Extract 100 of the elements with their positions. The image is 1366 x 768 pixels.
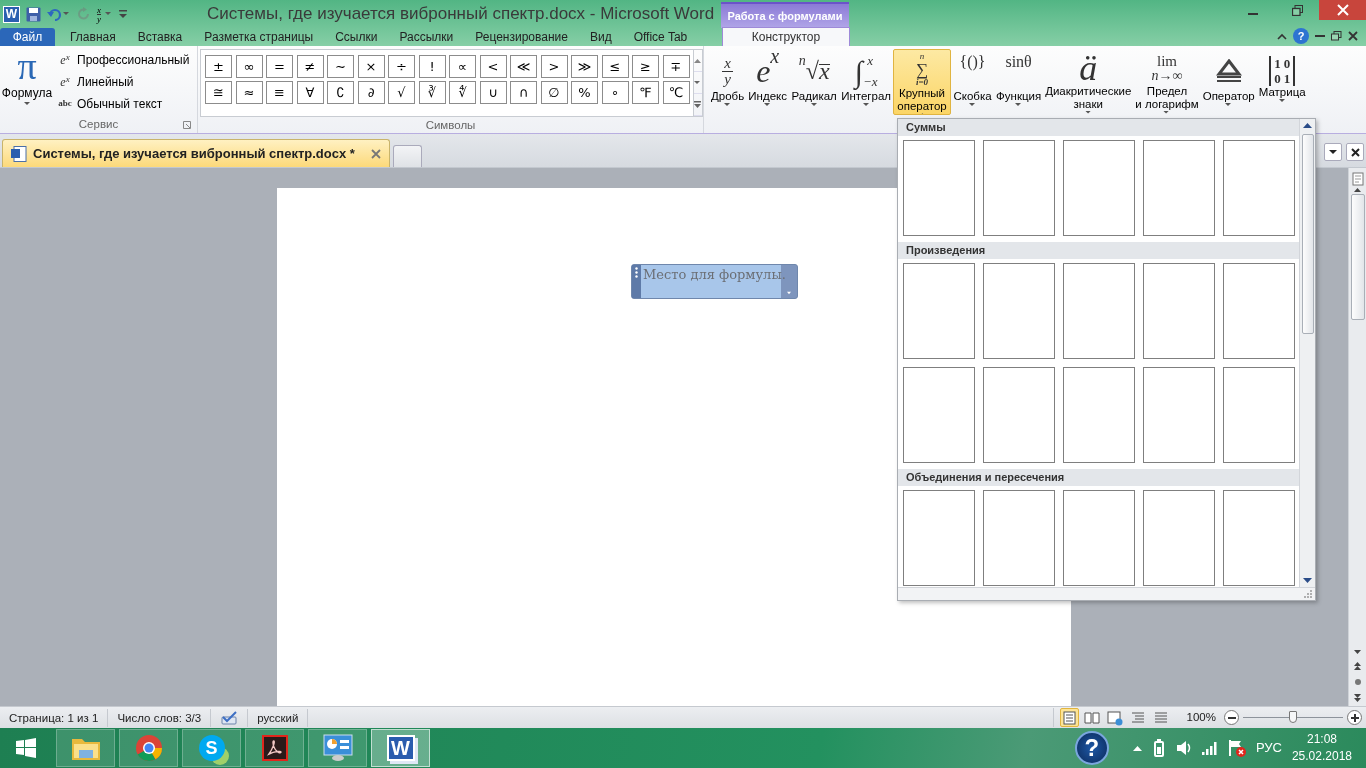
structure-button[interactable]: {()} Скобка: [951, 49, 995, 115]
limit-button[interactable]: lim n→∞ Предел и логарифм: [1133, 49, 1201, 115]
close-button[interactable]: [1319, 0, 1366, 20]
gallery-tile[interactable]: [983, 263, 1055, 359]
symbol-button[interactable]: ∜: [449, 81, 476, 104]
symbol-button[interactable]: >: [540, 55, 568, 78]
formula-button[interactable]: π Формула: [0, 46, 54, 117]
show-hidden-icons-button[interactable]: [1132, 745, 1142, 751]
symbol-button[interactable]: ℉: [632, 81, 659, 104]
print-view-button[interactable]: [1059, 708, 1079, 727]
folder-taskbar-button[interactable]: [56, 729, 115, 767]
gallery-tile[interactable]: [983, 140, 1055, 236]
ribbon-tab[interactable]: Ссылки: [324, 28, 389, 46]
gallery-tile[interactable]: [1063, 140, 1135, 236]
accent-button[interactable]: ä Диакритические знаки: [1043, 49, 1134, 115]
gallery-tile[interactable]: [1063, 263, 1135, 359]
zoom-in-button[interactable]: [1347, 710, 1362, 725]
spellcheck-icon[interactable]: [220, 711, 239, 726]
symbol-button[interactable]: ∪: [479, 81, 507, 104]
gallery-tile[interactable]: [983, 367, 1055, 463]
symbol-button[interactable]: ≫: [571, 55, 598, 78]
ribbon-tab[interactable]: Главная: [59, 28, 127, 46]
gallery-tile[interactable]: [903, 263, 975, 359]
format-option[interactable]: abc Обычный текст: [54, 93, 192, 115]
browser-taskbar-button[interactable]: [119, 729, 178, 767]
gallery-tile[interactable]: [1223, 490, 1295, 586]
scrollbar-thumb[interactable]: [1350, 194, 1365, 320]
large-operator-button[interactable]: n ∑ i=0 Крупный оператор: [893, 49, 952, 115]
web-view-button[interactable]: [1105, 708, 1125, 727]
symbol-button[interactable]: ≈: [235, 81, 263, 104]
gallery-tile[interactable]: [1143, 490, 1215, 586]
gallery-tile[interactable]: [1223, 263, 1295, 359]
dialog-launcher-icon[interactable]: [183, 121, 191, 129]
document-tab[interactable]: Системы, где изучается вибронный спектр.docx *: [2, 139, 390, 167]
format-option[interactable]: e$^{x}$ Профессиональный: [54, 49, 192, 71]
symbol-button[interactable]: =: [266, 55, 293, 78]
gallery-tile[interactable]: [1063, 367, 1135, 463]
symbol-button[interactable]: <: [479, 55, 507, 78]
gallery-tile[interactable]: [1143, 367, 1215, 463]
gallery-tile[interactable]: [903, 367, 975, 463]
input-language[interactable]: РУС: [1255, 738, 1282, 758]
close-icon[interactable]: [370, 148, 381, 159]
matrix-button[interactable]: 1 0 0 1 Матрица: [1256, 49, 1308, 115]
pdf-reader-taskbar-button[interactable]: [245, 729, 304, 767]
symbol-button[interactable]: ≤: [601, 55, 629, 78]
document-tab[interactable]: [392, 145, 422, 167]
scroll-down-icon[interactable]: [1353, 650, 1362, 654]
symbol-button[interactable]: ÷: [388, 55, 415, 78]
scrollbar-thumb[interactable]: [1301, 134, 1314, 334]
symbol-button[interactable]: ≥: [632, 55, 659, 78]
symbol-button[interactable]: ≪: [510, 55, 537, 78]
ribbon-tab[interactable]: Разметка страницы: [193, 28, 325, 46]
zoom-out-button[interactable]: [1224, 710, 1239, 725]
symbol-button[interactable]: √: [388, 81, 415, 104]
symbol-button[interactable]: ∝: [449, 55, 476, 78]
ribbon-tab[interactable]: Файл: [0, 28, 55, 46]
tab-list-button[interactable]: [1324, 143, 1342, 161]
word-count[interactable]: Число слов: 3/3: [108, 708, 212, 727]
flag-alert-icon[interactable]: [1227, 739, 1246, 757]
scroll-up-icon[interactable]: [1303, 123, 1312, 128]
structure-button[interactable]: sinθ Функция: [994, 49, 1044, 115]
drag-handle-icon[interactable]: [635, 267, 638, 278]
signal-icon[interactable]: [1201, 741, 1218, 755]
symbol-button[interactable]: ∩: [510, 81, 537, 104]
ribbon-tab[interactable]: Вставка: [126, 28, 194, 46]
symbol-button[interactable]: ℃: [662, 81, 690, 104]
gallery-tile[interactable]: [1143, 140, 1215, 236]
symbol-button[interactable]: ±: [205, 55, 232, 78]
gallery-tile[interactable]: [1223, 140, 1295, 236]
zoom-slider-thumb[interactable]: [1289, 711, 1297, 723]
page-count[interactable]: Страница: 1 из 1: [0, 708, 109, 727]
gallery-tile[interactable]: [903, 490, 975, 586]
symbol-button[interactable]: ∼: [327, 55, 354, 78]
gallery-tile[interactable]: [1143, 263, 1215, 359]
fraction-button[interactable]: x y Дробь: [709, 49, 747, 115]
ribbon-tab[interactable]: Office Tab: [622, 28, 699, 46]
symbol-button[interactable]: ∀: [296, 81, 324, 104]
symbol-button[interactable]: ∘: [601, 81, 629, 104]
symbol-button[interactable]: ∞: [235, 55, 263, 78]
ribbon-tab[interactable]: Конструктор: [722, 27, 850, 46]
clock[interactable]: 21:08 25.02.2018: [1291, 731, 1352, 765]
symbol-button[interactable]: ×: [357, 55, 385, 78]
symbol-button[interactable]: ∁: [327, 81, 354, 104]
ribbon-tab[interactable]: Вид: [578, 28, 623, 46]
gallery-tile[interactable]: [903, 140, 975, 236]
zoom-level[interactable]: 100%: [1186, 708, 1216, 727]
gallery-tile[interactable]: [1063, 490, 1135, 586]
format-option[interactable]: e$^{x}$ Линейный: [54, 71, 192, 93]
ribbon-tab[interactable]: Рецензирование: [464, 28, 579, 46]
close-tab-button[interactable]: [1346, 143, 1364, 161]
equation-button[interactable]: x y: [97, 4, 113, 24]
control-panel-taskbar-button[interactable]: [308, 729, 367, 767]
symbol-button[interactable]: ≡: [266, 81, 293, 104]
help-button[interactable]: ?: [1074, 731, 1109, 765]
word-taskbar-button[interactable]: W: [371, 729, 430, 767]
help-button[interactable]: ?: [1293, 28, 1309, 44]
symbol-button[interactable]: ∛: [418, 81, 446, 104]
ribbon-tab[interactable]: Рассылки: [388, 28, 465, 46]
browse-object-icon[interactable]: [1353, 678, 1362, 686]
volume-icon[interactable]: [1175, 740, 1192, 756]
